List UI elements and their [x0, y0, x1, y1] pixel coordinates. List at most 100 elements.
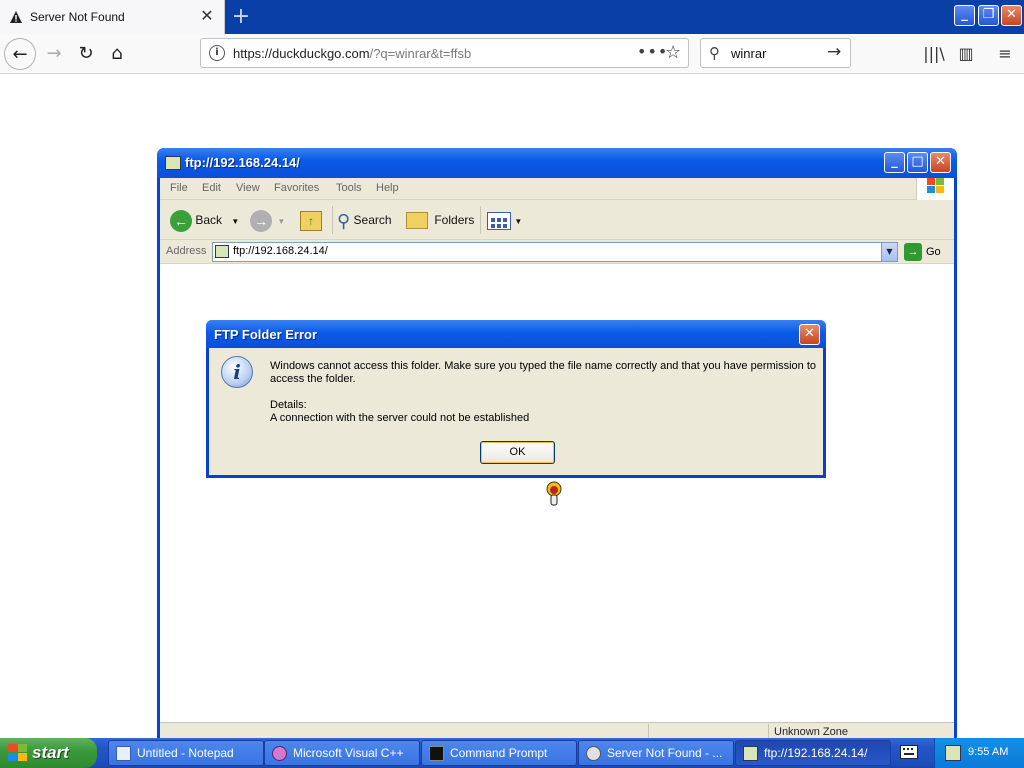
task-ftp-explorer[interactable]: ftp://192.168.24.14/	[735, 740, 891, 766]
address-value: ftp://192.168.24.14/	[233, 245, 328, 257]
toolbar-search-button[interactable]: ⚲ Search	[332, 206, 392, 234]
notepad-icon	[116, 746, 131, 761]
dialog-titlebar[interactable]: FTP Folder Error ✕	[206, 320, 826, 348]
views-dropdown-icon[interactable]: ▼	[514, 217, 522, 226]
details-text: A connection with the server could not b…	[270, 412, 530, 424]
close-window-button[interactable]: ✕	[1001, 5, 1022, 26]
up-folder-icon: ↑	[300, 210, 322, 231]
details-label: Details:	[270, 399, 307, 411]
status-zone: Unknown Zone	[774, 726, 848, 738]
firefox-icon	[586, 746, 601, 761]
dialog-close-button[interactable]: ✕	[799, 324, 820, 345]
toolbar-back-button[interactable]: ← Back ▼	[170, 206, 239, 234]
ok-button[interactable]: OK	[480, 441, 555, 464]
explorer-menubar: File Edit View Favorites Tools Help	[160, 178, 954, 200]
home-icon[interactable]: ⌂	[101, 38, 133, 70]
tab-close-icon[interactable]: ✕	[199, 8, 215, 24]
go-arrow-icon: →	[904, 243, 922, 262]
menu-tools[interactable]: Tools	[336, 182, 362, 194]
toolbar-back-label: Back	[195, 213, 223, 227]
warning-icon	[10, 11, 22, 23]
address-dropdown-icon[interactable]: ▼	[881, 243, 897, 261]
task-visual-cpp[interactable]: Microsoft Visual C++	[264, 740, 420, 766]
back-green-icon: ←	[170, 209, 192, 232]
windows-flag-icon	[8, 744, 27, 761]
ftp-folder-icon	[743, 746, 758, 761]
search-box[interactable]: ⚲ winrar →	[700, 38, 851, 68]
explorer-title: ftp://192.168.24.14/	[185, 155, 300, 170]
back-dropdown-icon[interactable]: ▼	[231, 217, 239, 226]
search-go-arrow-icon[interactable]: →	[827, 42, 841, 62]
task-label: Command Prompt	[450, 746, 548, 760]
back-arrow-icon[interactable]: ←	[4, 38, 36, 70]
tab-title: Server Not Found	[30, 10, 125, 24]
windows-logo-icon	[916, 178, 954, 200]
minimize-button[interactable]: _	[954, 5, 975, 26]
task-label: Microsoft Visual C++	[293, 746, 404, 760]
visual-cpp-icon	[272, 746, 287, 761]
explorer-maximize-button[interactable]: □	[907, 152, 928, 173]
toolbar-forward-button[interactable]: → ▼	[250, 206, 285, 234]
up-folder-button[interactable]: ↑	[300, 206, 322, 234]
dialog-message: Windows cannot access this folder. Make …	[270, 360, 816, 385]
task-command-prompt[interactable]: Command Prompt	[421, 740, 577, 766]
new-tab-icon[interactable]: +	[228, 4, 254, 30]
folders-icon	[406, 212, 428, 230]
browser-navbar: ← → ↻ ⌂ i https://duckduckgo.com/?q=winr…	[0, 34, 1024, 74]
restore-button[interactable]: ❐	[978, 5, 999, 26]
keyboard-icon[interactable]	[900, 745, 918, 759]
menu-hamburger-icon[interactable]: ≡	[993, 42, 1017, 66]
system-tray: 9:55 AM	[934, 738, 1024, 768]
start-label: start	[32, 743, 69, 762]
toolbar-folders-label: Folders	[434, 213, 475, 227]
browser-tab-strip: Server Not Found ✕ + _ ❐ ✕	[0, 0, 1024, 34]
menu-help[interactable]: Help	[376, 182, 399, 194]
forward-dropdown-icon: ▼	[277, 217, 286, 226]
task-firefox[interactable]: Server Not Found - ...	[578, 740, 734, 766]
url-bar[interactable]: i https://duckduckgo.com/?q=winrar&t=ffs…	[200, 38, 689, 68]
explorer-titlebar[interactable]: ftp://192.168.24.14/ _ □ ✕	[157, 148, 957, 178]
go-label: Go	[926, 246, 941, 258]
sidebar-icon[interactable]: ▥	[954, 42, 978, 66]
forward-gray-icon: →	[250, 209, 272, 232]
search-query: winrar	[731, 46, 767, 61]
address-label: Address	[166, 245, 207, 257]
task-label: Untitled - Notepad	[137, 746, 234, 760]
address-go-button[interactable]: → Go	[904, 242, 941, 262]
address-input[interactable]: ftp://192.168.24.14/ ▼	[212, 242, 898, 262]
task-notepad[interactable]: Untitled - Notepad	[108, 740, 264, 766]
address-ftp-icon	[215, 245, 229, 258]
page-actions-icon[interactable]: •••	[637, 42, 668, 61]
command-prompt-icon	[429, 746, 444, 761]
search-icon: ⚲	[709, 44, 720, 62]
task-label: Server Not Found - ...	[607, 746, 723, 760]
library-icon[interactable]: |||\	[922, 42, 946, 66]
views-button[interactable]: ▼	[480, 206, 522, 234]
browser-tab[interactable]: Server Not Found ✕	[0, 0, 225, 34]
info-icon: i	[221, 356, 253, 388]
clock[interactable]: 9:55 AM	[968, 746, 1008, 758]
start-button[interactable]: start	[0, 738, 97, 768]
explorer-minimize-button[interactable]: _	[884, 152, 905, 173]
task-label: ftp://192.168.24.14/	[764, 746, 868, 760]
explorer-close-button[interactable]: ✕	[930, 152, 951, 173]
toolbar-search-label: Search	[353, 213, 392, 227]
menu-view[interactable]: View	[236, 182, 260, 194]
forward-arrow-icon[interactable]: →	[38, 38, 70, 70]
ftp-folder-icon	[165, 156, 181, 170]
magnifier-icon: ⚲	[337, 210, 351, 231]
menu-edit[interactable]: Edit	[202, 182, 221, 194]
network-icon[interactable]	[945, 745, 961, 761]
menu-favorites[interactable]: Favorites	[274, 182, 319, 194]
url-host: https://duckduckgo.com	[233, 46, 370, 61]
dialog-title: FTP Folder Error	[214, 327, 318, 342]
bookmark-star-icon[interactable]: ☆	[665, 42, 681, 63]
explorer-toolbar: ← Back ▼ → ▼ ↑ ⚲ Search Folders ▼	[160, 200, 954, 240]
reload-icon[interactable]: ↻	[70, 38, 102, 70]
site-info-icon[interactable]: i	[209, 45, 225, 61]
ftp-error-dialog: FTP Folder Error ✕ i Windows cannot acce…	[206, 320, 826, 478]
dialog-details: Details: A connection with the server co…	[270, 399, 529, 425]
url-text: https://duckduckgo.com/?q=winrar&t=ffsb	[233, 46, 471, 61]
toolbar-folders-button[interactable]: Folders	[406, 206, 474, 234]
menu-file[interactable]: File	[170, 182, 188, 194]
